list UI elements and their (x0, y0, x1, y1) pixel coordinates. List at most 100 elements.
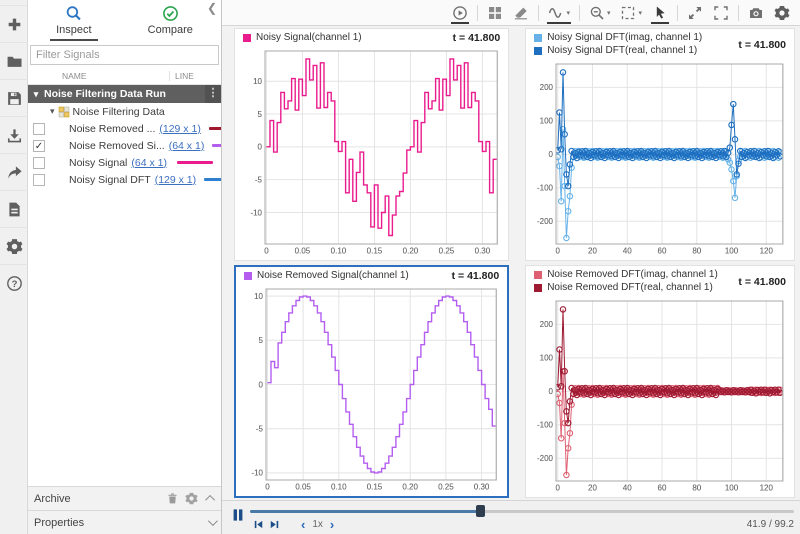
signal-dims-link[interactable]: (129 x 1) (155, 174, 196, 186)
slider-thumb[interactable] (475, 505, 485, 517)
plot-canvas[interactable]: 0 20 40 60 80 100 120 -200 -100 0 100 200 0 20 40 60 80 1… (530, 296, 790, 495)
archive-drawer[interactable]: Archive (28, 486, 221, 510)
svg-text:20: 20 (588, 484, 597, 493)
line-column (196, 178, 221, 181)
preferences-button[interactable] (0, 228, 28, 265)
signal-line-swatch[interactable] (212, 144, 221, 147)
pause-button[interactable] (226, 504, 250, 532)
signal-dims-link[interactable]: (64 x 1) (169, 140, 205, 152)
clear-subplots-button[interactable] (509, 1, 533, 25)
signal-list: Noise Removed ... (129 x 1) ✓ Noise Removed… (28, 120, 221, 486)
time-cursor-label: t = 41.800 (452, 32, 501, 44)
subplot-noisy-dft[interactable]: Noisy Signal DFT(imag, channel 1) Noisy S… (525, 28, 795, 261)
svg-text:10: 10 (254, 292, 263, 301)
create-report-button[interactable] (0, 191, 28, 228)
speed-decrease-button[interactable]: ‹ (296, 518, 310, 531)
run-row[interactable]: ▾ Noise Filtering Data Run ⋮ (28, 85, 221, 103)
step-back-button[interactable] (250, 518, 266, 532)
zoom-button[interactable]: ▾ (585, 1, 615, 25)
svg-text:0.15: 0.15 (367, 247, 383, 256)
signal-group-row[interactable]: ▾ Noise Filtering Data (28, 103, 221, 120)
plot-settings-button[interactable] (770, 1, 794, 25)
compare-check-icon (162, 5, 179, 22)
panel-tabs: Inspect Compare (28, 0, 221, 41)
signal-line-swatch[interactable] (177, 161, 213, 164)
add-button[interactable] (0, 6, 28, 43)
signal-checkbox[interactable] (33, 122, 45, 135)
column-name: NAME (62, 71, 87, 81)
svg-text:100: 100 (540, 117, 554, 126)
signal-line-swatch[interactable] (204, 178, 221, 181)
signal-line-swatch[interactable] (208, 127, 221, 130)
legend-label: Noisy Signal(channel 1) (256, 32, 362, 43)
import-button[interactable] (0, 117, 28, 154)
tab-compare[interactable]: Compare (142, 5, 199, 41)
signal-row[interactable]: Noisy Signal (64 x 1) (28, 154, 221, 171)
svg-text:-5: -5 (256, 425, 264, 434)
chevron-down-icon[interactable] (207, 516, 218, 527)
run-collapse-caret-icon[interactable]: ▾ (28, 89, 44, 100)
pointer-arrow-icon (652, 5, 668, 21)
playback-right: ‹ 1x › 41.9 / 99.2 (250, 504, 794, 532)
signal-row[interactable]: Noisy Signal DFT (129 x 1) (28, 171, 221, 188)
open-folder-icon (6, 53, 23, 70)
subplot-noisy-signal[interactable]: Noisy Signal(channel 1) t = 41.800 0 0.05… (234, 28, 510, 261)
legend-swatch (243, 34, 251, 42)
signal-checkbox[interactable]: ✓ (33, 139, 45, 152)
line-column (204, 144, 221, 147)
export-button[interactable] (0, 154, 28, 191)
legend-swatch (534, 34, 543, 42)
plot-canvas[interactable]: 0 20 40 60 80 100 120 -200 -100 0 100 200 0 20 40 60 80 1… (530, 59, 790, 258)
snapshot-button[interactable] (744, 1, 768, 25)
signal-dims-link[interactable]: (64 x 1) (131, 157, 167, 169)
plot-toolbar: ▾ ▾ ▾ (222, 0, 800, 26)
fit-to-view-icon (620, 5, 636, 21)
signal-name: Noisy Signal (69, 156, 128, 169)
signals-mode-button[interactable]: ▾ (544, 1, 574, 25)
run-playback-button[interactable] (448, 1, 472, 25)
legend-swatch (534, 271, 543, 279)
collapse-panel-icon[interactable]: ❮ (207, 2, 217, 14)
simulation-data-inspector: ❮ Inspect Compare NAME LINE ▾ Noise Filt… (0, 0, 800, 534)
step-forward-button[interactable] (266, 518, 282, 532)
playback-slider[interactable] (250, 504, 794, 517)
archive-settings-gear-icon[interactable] (185, 492, 198, 505)
subplot-noise-removed-dft[interactable]: Noise Removed DFT(imag, channel 1) Noise … (525, 265, 795, 498)
plot-canvas[interactable]: 0 0.05 0.10 0.15 0.20 0.25 0.30 -10 -5 0 5 10 0 0.05 0… (239, 46, 504, 258)
signal-dims-link[interactable]: (129 x 1) (159, 123, 200, 135)
filter-signals-input[interactable] (30, 45, 219, 65)
speed-increase-button[interactable]: › (325, 518, 339, 531)
step-forward-icon (268, 518, 281, 531)
signal-row[interactable]: Noise Removed ... (129 x 1) (28, 120, 221, 137)
legend-swatch (244, 272, 252, 280)
save-button[interactable] (0, 80, 28, 117)
tab-inspect[interactable]: Inspect (50, 5, 98, 41)
svg-text:0.10: 0.10 (331, 247, 347, 256)
run-menu-kebab-icon[interactable]: ⋮ (205, 85, 221, 103)
fit-to-view-button[interactable]: ▾ (616, 1, 646, 25)
plot-canvas[interactable]: 0 0.05 0.10 0.15 0.20 0.25 0.30 -10 -5 0 5 10 0 0.05 0… (240, 284, 503, 494)
svg-text:-10: -10 (250, 208, 262, 217)
zoom-out-icon (589, 5, 605, 21)
pointer-button[interactable] (648, 1, 672, 25)
fullscreen-button[interactable] (709, 1, 733, 25)
signals-panel: ❮ Inspect Compare NAME LINE ▾ Noise Filt… (28, 0, 222, 534)
subplot-grid: Noisy Signal(channel 1) t = 41.800 0 0.05… (222, 26, 800, 500)
column-line: LINE (169, 71, 221, 81)
report-icon (6, 201, 23, 218)
subplot-noise-removed-signal[interactable]: Noise Removed Signal(channel 1) t = 41.8… (234, 265, 510, 498)
svg-text:0: 0 (259, 380, 264, 389)
trash-icon[interactable] (166, 492, 179, 505)
svg-text:-5: -5 (255, 175, 263, 184)
open-button[interactable] (0, 43, 28, 80)
signal-checkbox[interactable] (33, 173, 45, 186)
signal-checkbox[interactable] (33, 156, 45, 169)
signal-row[interactable]: ✓ Noise Removed Si... (64 x 1) (28, 137, 221, 154)
properties-drawer[interactable]: Properties (28, 510, 221, 534)
chevron-up-icon[interactable] (205, 494, 216, 505)
subplot-layout-button[interactable] (483, 1, 507, 25)
svg-text:0: 0 (549, 387, 554, 396)
help-button[interactable] (0, 265, 28, 302)
group-collapse-caret-icon[interactable]: ▾ (50, 106, 55, 117)
expand-button[interactable] (683, 1, 707, 25)
